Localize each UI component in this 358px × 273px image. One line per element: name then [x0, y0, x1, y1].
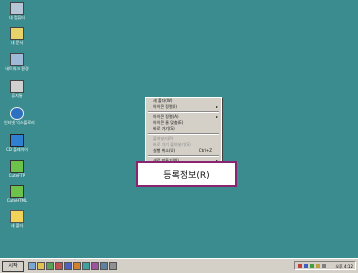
quick-launch-icon[interactable] [64, 262, 72, 270]
desktop-icon-label: 내 문서 [10, 40, 24, 45]
menu-item-undo[interactable]: 실행 취소(U) Ctrl+Z [146, 148, 221, 154]
folder-icon [10, 27, 24, 40]
network-icon [10, 53, 24, 66]
desktop-icon-label: 휴지통 [11, 93, 23, 98]
recycle-bin-icon [10, 80, 24, 93]
html-icon [10, 185, 24, 198]
quick-launch-icon[interactable] [37, 262, 45, 270]
context-menu: 새 폴더(W) 아이콘 정렬(I) ▸ 아이콘 정렬(A) ▸ 아이콘 줄 맞춤(E… [145, 97, 222, 167]
internet-explorer-icon [10, 107, 24, 120]
desktop[interactable]: 내 컴퓨터 내 문서 네트워크 환경 휴지통 인터넷 익스플로러 CD 플레이어… [0, 0, 358, 256]
system-tray: 오후 4:12 [294, 261, 356, 270]
ftp-icon [10, 160, 24, 173]
menu-item-arrange[interactable]: 아이콘 정렬(I) ▸ [146, 104, 221, 110]
quick-launch-icon[interactable] [28, 262, 36, 270]
quick-launch-icon[interactable] [55, 262, 63, 270]
menu-separator [148, 155, 219, 157]
desktop-icon-label: CuteFTP [8, 173, 26, 178]
desktop-icon-internet-explorer[interactable]: 인터넷 익스플로러 [4, 107, 35, 125]
menu-item-shortcut[interactable]: 바로 가기(S) [146, 126, 221, 132]
desktop-icon-cutehtml[interactable]: CuteHTML [4, 185, 30, 203]
desktop-icon-new-folder[interactable]: 새 폴더 [4, 210, 30, 228]
menu-item-label: 아이콘 정렬(A) [153, 114, 179, 119]
desktop-icon-network[interactable]: 네트워크 환경 [4, 53, 30, 71]
menu-item-label: 아이콘 정렬(I) [153, 104, 177, 109]
quick-launch-icon[interactable] [46, 262, 54, 270]
quick-launch-icon[interactable] [100, 262, 108, 270]
desktop-icon-my-computer[interactable]: 내 컴퓨터 [4, 2, 30, 20]
app-icon [10, 134, 24, 147]
desktop-icon-cuteftp[interactable]: CuteFTP [4, 160, 30, 178]
start-button-label: 시작 [8, 263, 18, 269]
computer-icon [10, 2, 24, 15]
desktop-icon-my-documents[interactable]: 내 문서 [4, 27, 30, 45]
desktop-icon-label: 인터넷 익스플로러 [4, 120, 35, 125]
desktop-icon-label: CuteHTML [6, 198, 28, 203]
tray-icon[interactable] [316, 264, 320, 268]
quick-launch-icon[interactable] [73, 262, 81, 270]
menu-item-shortcut-key: Ctrl+Z [198, 148, 212, 153]
desktop-icon-label: 새 폴더 [10, 223, 24, 228]
menu-item-label: 바로 가기 붙여넣기(S) [153, 142, 191, 147]
desktop-icon-label: 내 컴퓨터 [9, 15, 25, 20]
clock[interactable]: 오후 4:12 [335, 264, 353, 269]
menu-item-properties-label: 등록정보(R) [163, 170, 210, 181]
desktop-icon-label: 네트워크 환경 [5, 66, 29, 71]
menu-item-label: 아이콘 줄 맞춤(E) [153, 120, 184, 125]
folder-icon [10, 210, 24, 223]
menu-item-label: 새 폴더(W) [153, 98, 173, 103]
desktop-icon-label: CD 플레이어 [6, 147, 28, 152]
quick-launch-icon[interactable] [109, 262, 117, 270]
quick-launch-icon[interactable] [82, 262, 90, 270]
menu-item-properties[interactable]: 등록정보(R) [136, 161, 237, 187]
menu-separator [148, 133, 219, 135]
start-button[interactable]: 시작 [2, 261, 24, 272]
taskbar: 시작 오후 4:12 [0, 258, 358, 273]
volume-icon[interactable] [322, 264, 326, 268]
tray-icon[interactable] [304, 264, 308, 268]
desktop-icon-recycle-bin[interactable]: 휴지통 [4, 80, 30, 98]
menu-item-label: 실행 취소(U) [153, 148, 176, 153]
tray-icon[interactable] [310, 264, 314, 268]
tray-icon[interactable] [298, 264, 302, 268]
menu-separator [148, 111, 219, 113]
quick-launch-icon[interactable] [91, 262, 99, 270]
submenu-arrow-icon: ▸ [215, 104, 218, 109]
menu-item-label: 바로 가기(S) [153, 126, 175, 131]
desktop-icon-app[interactable]: CD 플레이어 [4, 134, 30, 152]
menu-item-label: 붙여넣기(P) [153, 136, 174, 141]
